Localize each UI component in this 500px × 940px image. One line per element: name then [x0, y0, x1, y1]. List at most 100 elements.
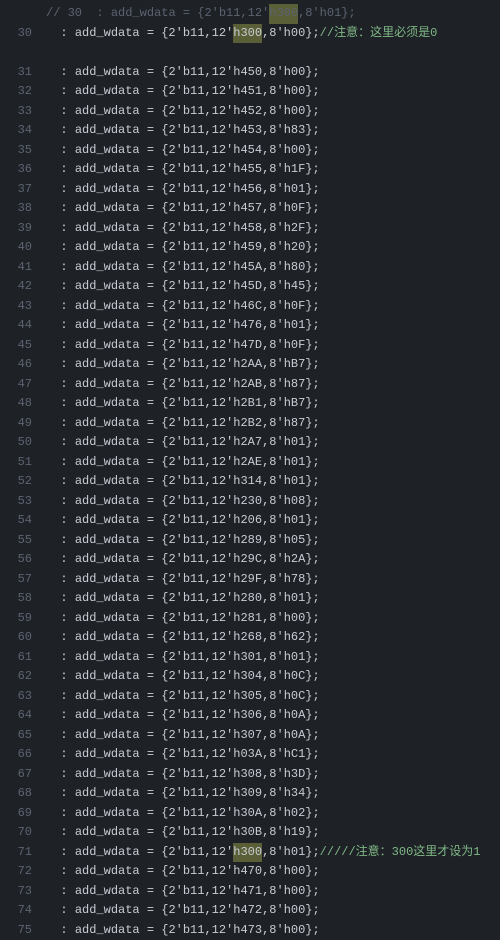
- variable-name: add_wdata: [75, 901, 140, 921]
- line-number: [8, 43, 32, 63]
- variable-name: add_wdata: [75, 765, 140, 785]
- code-line[interactable]: 31 : add_wdata = {2'b11,12'h450,8'h00};: [0, 63, 500, 83]
- line-number: 38: [8, 199, 32, 219]
- code-line[interactable]: 65 : add_wdata = {2'b11,12'h307,8'h0A};: [0, 726, 500, 746]
- code-line[interactable]: 47 : add_wdata = {2'b11,12'h2AB,8'h87};: [0, 375, 500, 395]
- code-editor[interactable]: // 30 : add_wdata = {2'b11,12'h300,8'h01…: [0, 4, 500, 940]
- hex-value-1: h268: [233, 628, 262, 648]
- variable-name: add_wdata: [75, 316, 140, 336]
- variable-name: add_wdata: [75, 745, 140, 765]
- hex-value-1: h47D: [233, 336, 262, 356]
- code-line[interactable]: 49 : add_wdata = {2'b11,12'h2B2,8'h87};: [0, 414, 500, 434]
- line-number: 30: [8, 24, 32, 44]
- hex-value-1: h280: [233, 589, 262, 609]
- hex-value-1: h2A7: [233, 433, 262, 453]
- variable-name: add_wdata: [75, 550, 140, 570]
- hex-value-2: h00: [284, 921, 306, 940]
- code-line[interactable]: 35 : add_wdata = {2'b11,12'h454,8'h00};: [0, 141, 500, 161]
- code-line[interactable]: 71 : add_wdata = {2'b11,12'h300,8'h01};/…: [0, 843, 500, 863]
- code-line[interactable]: 42 : add_wdata = {2'b11,12'h45D,8'h45};: [0, 277, 500, 297]
- code-line[interactable]: 75 : add_wdata = {2'b11,12'h473,8'h00};: [0, 921, 500, 940]
- hex-value-2: h00: [284, 63, 306, 83]
- code-line[interactable]: 37 : add_wdata = {2'b11,12'h456,8'h01};: [0, 180, 500, 200]
- variable-name: add_wdata: [75, 570, 140, 590]
- variable-name: add_wdata: [75, 726, 140, 746]
- variable-name: add_wdata: [75, 648, 140, 668]
- line-number: 75: [8, 921, 32, 940]
- hex-value-2: h01: [284, 472, 306, 492]
- code-line[interactable]: 70 : add_wdata = {2'b11,12'h30B,8'h19};: [0, 823, 500, 843]
- code-line[interactable]: 59 : add_wdata = {2'b11,12'h281,8'h00};: [0, 609, 500, 629]
- variable-name: add_wdata: [75, 823, 140, 843]
- hex-value-1: h03A: [233, 745, 262, 765]
- variable-name: add_wdata: [75, 784, 140, 804]
- code-line[interactable]: 53 : add_wdata = {2'b11,12'h230,8'h08};: [0, 492, 500, 512]
- code-line[interactable]: 40 : add_wdata = {2'b11,12'h459,8'h20};: [0, 238, 500, 258]
- hex-value-2: h00: [284, 609, 306, 629]
- code-line[interactable]: 48 : add_wdata = {2'b11,12'h2B1,8'hB7};: [0, 394, 500, 414]
- hex-value-1: h470: [233, 862, 262, 882]
- line-number: 44: [8, 316, 32, 336]
- code-line[interactable]: 74 : add_wdata = {2'b11,12'h472,8'h00};: [0, 901, 500, 921]
- code-line[interactable]: 32 : add_wdata = {2'b11,12'h451,8'h00};: [0, 82, 500, 102]
- hex-value-2: h00: [284, 102, 306, 122]
- code-line[interactable]: 43 : add_wdata = {2'b11,12'h46C,8'h0F};: [0, 297, 500, 317]
- hex-value-2: h19: [284, 823, 306, 843]
- code-line[interactable]: 73 : add_wdata = {2'b11,12'h471,8'h00};: [0, 882, 500, 902]
- code-line[interactable]: 39 : add_wdata = {2'b11,12'h458,8'h2F};: [0, 219, 500, 239]
- line-number: 47: [8, 375, 32, 395]
- hex-value-1: h45D: [233, 277, 262, 297]
- code-line[interactable]: 33 : add_wdata = {2'b11,12'h452,8'h00};: [0, 102, 500, 122]
- code-line[interactable]: 50 : add_wdata = {2'b11,12'h2A7,8'h01};: [0, 433, 500, 453]
- hex-value-2: h0F: [284, 336, 306, 356]
- code-line[interactable]: 38 : add_wdata = {2'b11,12'h457,8'h0F};: [0, 199, 500, 219]
- code-line[interactable]: 66 : add_wdata = {2'b11,12'h03A,8'hC1};: [0, 745, 500, 765]
- code-line[interactable]: 52 : add_wdata = {2'b11,12'h314,8'h01};: [0, 472, 500, 492]
- code-line[interactable]: 68 : add_wdata = {2'b11,12'h309,8'h34};: [0, 784, 500, 804]
- hex-value-2: h2A: [284, 550, 306, 570]
- code-line[interactable]: 54 : add_wdata = {2'b11,12'h206,8'h01};: [0, 511, 500, 531]
- code-line[interactable]: 58 : add_wdata = {2'b11,12'h280,8'h01};: [0, 589, 500, 609]
- code-line[interactable]: 69 : add_wdata = {2'b11,12'h30A,8'h02};: [0, 804, 500, 824]
- code-line[interactable]: 34 : add_wdata = {2'b11,12'h453,8'h83};: [0, 121, 500, 141]
- hex-value-1: h476: [233, 316, 262, 336]
- code-line[interactable]: 30 : add_wdata = {2'b11,12'h300,8'h00};/…: [0, 24, 500, 44]
- code-line[interactable]: 62 : add_wdata = {2'b11,12'h304,8'h0C};: [0, 667, 500, 687]
- code-line[interactable]: 72 : add_wdata = {2'b11,12'h470,8'h00};: [0, 862, 500, 882]
- code-line[interactable]: 60 : add_wdata = {2'b11,12'h268,8'h62};: [0, 628, 500, 648]
- code-line[interactable]: 55 : add_wdata = {2'b11,12'h289,8'h05};: [0, 531, 500, 551]
- variable-name: add_wdata: [75, 531, 140, 551]
- variable-name: add_wdata: [75, 199, 140, 219]
- variable-name: add_wdata: [75, 589, 140, 609]
- code-line[interactable]: 63 : add_wdata = {2'b11,12'h305,8'h0C};: [0, 687, 500, 707]
- variable-name: add_wdata: [75, 706, 140, 726]
- hex-value-1: h455: [233, 160, 262, 180]
- code-line[interactable]: 46 : add_wdata = {2'b11,12'h2AA,8'hB7};: [0, 355, 500, 375]
- code-line[interactable]: 51 : add_wdata = {2'b11,12'h2AE,8'h01};: [0, 453, 500, 473]
- hex-value-2: h01: [284, 589, 306, 609]
- code-line[interactable]: 57 : add_wdata = {2'b11,12'h29F,8'h78};: [0, 570, 500, 590]
- code-line[interactable]: 41 : add_wdata = {2'b11,12'h45A,8'h80};: [0, 258, 500, 278]
- code-line[interactable]: 61 : add_wdata = {2'b11,12'h301,8'h01};: [0, 648, 500, 668]
- variable-name: add_wdata: [75, 355, 140, 375]
- code-line[interactable]: 44 : add_wdata = {2'b11,12'h476,8'h01};: [0, 316, 500, 336]
- variable-name: add_wdata: [75, 297, 140, 317]
- line-number: 56: [8, 550, 32, 570]
- hex-value-1: h304: [233, 667, 262, 687]
- hex-value-2: hB7: [284, 355, 306, 375]
- code-line[interactable]: 64 : add_wdata = {2'b11,12'h306,8'h0A};: [0, 706, 500, 726]
- code-line[interactable]: 45 : add_wdata = {2'b11,12'h47D,8'h0F};: [0, 336, 500, 356]
- hex-value-2: h0F: [284, 297, 306, 317]
- variable-name: add_wdata: [75, 375, 140, 395]
- variable-name: add_wdata: [75, 258, 140, 278]
- hex-value-2: h0F: [284, 199, 306, 219]
- code-line-comment[interactable]: // 30 : add_wdata = {2'b11,12'h300,8'h01…: [0, 4, 500, 24]
- line-number: 71: [8, 843, 32, 863]
- variable-name: add_wdata: [75, 921, 140, 940]
- code-line[interactable]: 67 : add_wdata = {2'b11,12'h308,8'h3D};: [0, 765, 500, 785]
- code-line[interactable]: 56 : add_wdata = {2'b11,12'h29C,8'h2A};: [0, 550, 500, 570]
- variable-name: add_wdata: [75, 336, 140, 356]
- line-number: 46: [8, 355, 32, 375]
- code-line[interactable]: 36 : add_wdata = {2'b11,12'h455,8'h1F};: [0, 160, 500, 180]
- hex-value-2: h0C: [284, 687, 306, 707]
